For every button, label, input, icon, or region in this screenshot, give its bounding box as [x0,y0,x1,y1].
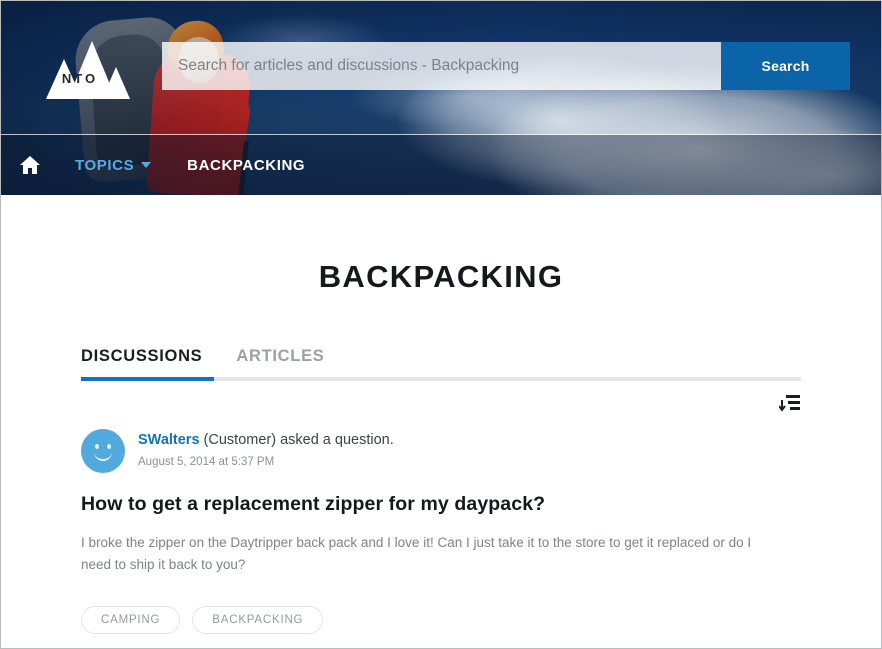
post-header: SWalters (Customer) asked a question. Au… [81,429,801,473]
sort-descending-icon[interactable] [779,393,801,413]
logo-text: NTO [61,71,99,86]
tag-backpacking[interactable]: BACKPACKING [192,605,324,634]
nav-topics-label: TOPICS [75,156,135,174]
discussion-post: SWalters (Customer) asked a question. Au… [81,419,801,634]
sort-row [81,381,801,419]
post-title-link[interactable]: How to get a replacement zipper for my d… [81,493,801,516]
post-tags: CAMPING BACKPACKING [81,605,801,634]
tab-discussions[interactable]: DISCUSSIONS [81,347,202,378]
nav-home-button[interactable] [15,150,45,180]
post-body-text: I broke the zipper on the Daytripper bac… [81,535,752,572]
mountain-logo-icon [46,41,130,99]
tab-underline-track [81,377,801,381]
chevron-down-icon [141,162,152,168]
nav-current-topic: BACKPACKING [187,156,306,174]
search-input[interactable] [162,42,721,90]
community-page: NTO Search TOPICS BACKPACKING BACKPACKIN… [0,0,882,649]
page-title: BACKPACKING [318,259,564,294]
tab-bar: DISCUSSIONS ARTICLES [81,347,801,378]
tag-camping[interactable]: CAMPING [81,605,181,634]
post-byline-suffix: (Customer) asked a question. [203,432,394,448]
avatar[interactable] [81,429,125,473]
tab-active-indicator [81,377,214,381]
nav-topics-dropdown[interactable]: TOPICS [75,156,152,174]
search-button[interactable]: Search [721,42,850,90]
avatar-eye-left-icon [95,444,99,449]
tab-articles[interactable]: ARTICLES [236,347,324,378]
content-column: DISCUSSIONS ARTICLES SWalters (Customer)… [81,295,801,634]
primary-navbar: TOPICS BACKPACKING [1,135,881,195]
home-icon [20,156,40,174]
page-body: BACKPACKING DISCUSSIONS ARTICLES SWalter… [1,259,881,634]
nto-logo[interactable]: NTO [26,33,134,103]
post-author-link[interactable]: SWalters [138,432,200,448]
avatar-mouth-icon [94,451,112,461]
avatar-eye-right-icon [107,444,111,449]
post-timestamp: August 5, 2014 at 5:37 PM [138,455,275,468]
search-bar: Search [162,42,850,90]
post-meta: SWalters (Customer) asked a question. Au… [138,429,394,468]
hero-banner: NTO Search TOPICS BACKPACKING [1,1,881,195]
post-byline: SWalters (Customer) asked a question. [138,431,394,451]
